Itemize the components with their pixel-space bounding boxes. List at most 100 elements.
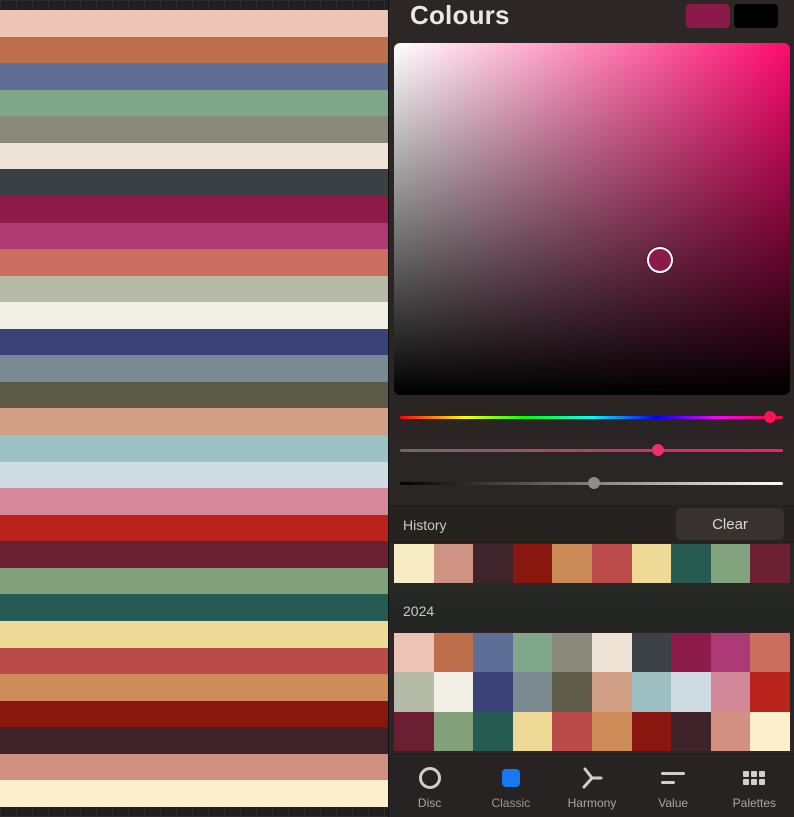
colour-stripe <box>0 620 388 648</box>
tab-disc[interactable]: Disc <box>390 765 470 810</box>
palette-swatch[interactable] <box>710 711 751 751</box>
palette-swatch[interactable] <box>473 633 513 673</box>
palette-swatch[interactable] <box>591 672 632 712</box>
palette-swatch[interactable] <box>750 633 790 673</box>
tab-palettes[interactable]: Palettes <box>714 765 794 810</box>
colour-mode-tabs: Disc Classic Harmony Value Palettes <box>389 753 794 817</box>
history-swatch[interactable] <box>750 544 790 583</box>
palette-swatch[interactable] <box>433 672 474 712</box>
palette-swatch[interactable] <box>631 711 672 751</box>
tab-classic[interactable]: Classic <box>471 765 551 810</box>
canvas[interactable] <box>0 0 388 817</box>
panel-title: Colours <box>410 0 510 30</box>
tab-value[interactable]: Value <box>633 765 713 810</box>
history-swatch[interactable] <box>671 544 711 583</box>
value-sliders-icon <box>660 765 686 791</box>
colour-stripe <box>0 514 388 542</box>
history-swatch[interactable] <box>631 544 672 583</box>
palette-swatch[interactable] <box>394 711 434 751</box>
history-swatch[interactable] <box>394 544 434 583</box>
colour-stripe <box>0 302 388 329</box>
palette-swatch[interactable] <box>631 633 672 673</box>
palette-swatch[interactable] <box>512 633 553 673</box>
colour-stripe <box>0 674 388 701</box>
colour-stripe <box>0 116 388 143</box>
history-swatch[interactable] <box>552 544 592 583</box>
saturation-brightness-picker[interactable] <box>394 43 790 395</box>
colour-stripe <box>0 700 388 728</box>
palette-swatch[interactable] <box>552 711 592 751</box>
palette-swatch[interactable] <box>512 672 553 712</box>
palette-header <box>389 585 794 630</box>
colour-stripe <box>0 727 388 754</box>
palette-swatch[interactable] <box>394 672 434 712</box>
palette-swatch[interactable] <box>433 711 474 751</box>
saturation-slider[interactable] <box>400 449 783 452</box>
colours-panel: Colours History Clear 2024 Disc Classic <box>388 0 794 817</box>
palette-swatch[interactable] <box>394 633 434 673</box>
colour-stripe <box>0 780 388 807</box>
history-swatch[interactable] <box>591 544 632 583</box>
saturation-slider-knob[interactable] <box>652 444 664 456</box>
primary-colour-swatch[interactable] <box>686 4 730 28</box>
history-swatch[interactable] <box>433 544 474 583</box>
palette-title: 2024 <box>403 603 435 619</box>
colour-stripe <box>0 275 388 303</box>
palette-swatch[interactable] <box>591 633 632 673</box>
history-swatch[interactable] <box>710 544 751 583</box>
palette-swatch[interactable] <box>671 711 711 751</box>
tab-harmony-label: Harmony <box>567 796 617 810</box>
palette-swatch[interactable] <box>552 672 592 712</box>
colour-stripe <box>0 169 388 196</box>
palette-swatch[interactable] <box>671 633 711 673</box>
colour-stripe <box>0 142 388 170</box>
history-label: History <box>403 517 447 533</box>
colour-stripe <box>0 89 388 117</box>
colour-stripe <box>0 195 388 223</box>
palette-swatch[interactable] <box>750 711 790 751</box>
palette-grid <box>394 633 790 751</box>
colour-stripe <box>0 63 388 90</box>
colour-stripe <box>0 328 388 356</box>
brightness-slider-knob[interactable] <box>588 477 600 489</box>
classic-square-icon <box>498 765 524 791</box>
colour-stripe <box>0 10 388 37</box>
harmony-icon <box>579 765 605 791</box>
colour-stripe <box>0 567 388 595</box>
palette-swatch[interactable] <box>710 672 751 712</box>
disc-icon <box>417 765 443 791</box>
tab-disc-label: Disc <box>417 796 442 810</box>
hue-slider[interactable] <box>400 416 783 419</box>
clear-history-button[interactable]: Clear <box>676 508 784 540</box>
colour-stripe <box>0 594 388 621</box>
colour-stripe <box>0 249 388 276</box>
palette-swatch[interactable] <box>512 711 553 751</box>
tab-classic-label: Classic <box>491 796 531 810</box>
tab-palettes-label: Palettes <box>732 796 777 810</box>
palette-swatch[interactable] <box>473 672 513 712</box>
colour-stripe <box>0 541 388 568</box>
palette-swatch[interactable] <box>433 633 474 673</box>
colour-stripe <box>0 408 388 435</box>
palette-swatch[interactable] <box>473 711 513 751</box>
colour-picker-handle[interactable] <box>647 247 673 273</box>
tab-value-label: Value <box>658 796 689 810</box>
colour-stripe <box>0 222 388 250</box>
palette-swatch[interactable] <box>552 633 592 673</box>
secondary-colour-swatch[interactable] <box>734 4 778 28</box>
palette-swatch[interactable] <box>591 711 632 751</box>
history-swatch[interactable] <box>473 544 513 583</box>
palette-swatch[interactable] <box>631 672 672 712</box>
stripe-artwork <box>0 10 388 807</box>
tab-harmony[interactable]: Harmony <box>552 765 632 810</box>
palettes-grid-icon <box>741 765 767 791</box>
hue-slider-knob[interactable] <box>764 411 776 423</box>
palette-swatch[interactable] <box>671 672 711 712</box>
palette-swatch[interactable] <box>750 672 790 712</box>
colour-stripe <box>0 355 388 382</box>
colour-stripe <box>0 647 388 675</box>
colour-stripe <box>0 461 388 489</box>
colour-stripe <box>0 488 388 515</box>
history-swatch[interactable] <box>512 544 553 583</box>
palette-swatch[interactable] <box>710 633 751 673</box>
